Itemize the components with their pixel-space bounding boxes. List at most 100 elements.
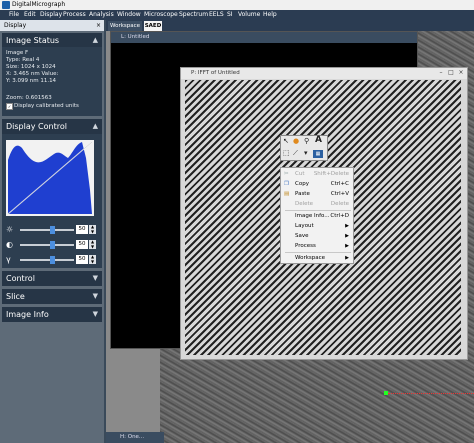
menu-item-label: Paste xyxy=(295,191,310,197)
submenu-arrow-icon: ▶ xyxy=(345,233,349,239)
display-panel-tab[interactable]: Display × xyxy=(0,20,104,31)
menu-item-label: Process xyxy=(295,243,316,249)
gamma-knob[interactable] xyxy=(50,256,55,264)
gamma-spinner[interactable]: ▲ ▼ xyxy=(89,254,96,264)
menu-analysis[interactable]: Analysis xyxy=(89,10,114,20)
chevron-down-icon[interactable]: ▼ xyxy=(93,289,98,304)
menu-edit[interactable]: Edit xyxy=(24,10,36,20)
contrast-value[interactable]: 50 xyxy=(76,240,88,249)
calibrated-units-checkbox[interactable]: ✓ xyxy=(6,103,13,110)
image-info-title: Image Info xyxy=(6,310,49,319)
image-status-body: Image F Type: Real 4 Size: 1024 x 1024 X… xyxy=(2,47,102,116)
menu-item-layout[interactable]: Layout ▶ xyxy=(282,221,352,231)
menu-item-image-info[interactable]: Image Info... Ctrl+D xyxy=(282,211,352,221)
submenu-arrow-icon: ▶ xyxy=(345,255,349,261)
brightness-value[interactable]: 50 xyxy=(76,225,88,234)
submenu-arrow-icon: ▶ xyxy=(345,243,349,249)
app-icon xyxy=(2,1,10,9)
h-window-tab[interactable]: H: One... xyxy=(106,432,164,443)
chevron-up-icon[interactable]: ▲ xyxy=(93,119,98,134)
tab-saed[interactable]: SAED xyxy=(144,21,162,31)
menu-window[interactable]: Window xyxy=(117,10,141,20)
control-title: Control xyxy=(6,274,35,283)
chevron-up-icon[interactable]: ▲ xyxy=(93,33,98,48)
image-info-header[interactable]: Image Info ▼ xyxy=(2,307,102,322)
menu-spectrum[interactable]: Spectrum xyxy=(179,10,208,20)
colormap-icon[interactable]: ▦ xyxy=(313,150,323,158)
menu-item-shortcut: Ctrl+D xyxy=(330,213,349,219)
l-window-title[interactable]: L: Untitled xyxy=(111,32,417,43)
tool-palette: ↖ ● ⚲ A ⬚ ⟋ ▾ ▦ xyxy=(280,135,328,161)
line-tool-icon[interactable]: ⟋ xyxy=(293,149,298,158)
menu-process[interactable]: Process xyxy=(63,10,86,20)
display-control-header[interactable]: Display Control ▲ xyxy=(2,119,102,134)
copy-icon: ❐ xyxy=(284,181,289,187)
gamma-value[interactable]: 50 xyxy=(76,255,88,264)
dropdown-icon[interactable]: ▾ xyxy=(304,149,308,158)
menu-eels[interactable]: EELS xyxy=(209,10,224,20)
menu-item-paste[interactable]: ▤ Paste Ctrl+V xyxy=(282,189,352,199)
tab-workspace-1[interactable]: Workspace 1 xyxy=(108,21,142,39)
menu-item-label: Delete xyxy=(295,201,314,207)
status-line: Size: 1024 x 1024 xyxy=(6,64,56,70)
calibrated-units-label: Display calibrated units xyxy=(14,103,79,109)
menu-volume[interactable]: Volume xyxy=(238,10,260,20)
context-menu: ✂ Cut Shift+Delete ❐ Copy Ctrl+C ▤ Paste… xyxy=(280,167,354,264)
gamma-slider-row: γ 50 ▲ ▼ xyxy=(6,254,98,265)
paste-icon: ▤ xyxy=(284,191,290,197)
status-line: Y: 3.099 nm 11.14 xyxy=(6,78,57,84)
minimize-icon[interactable]: – xyxy=(437,69,445,77)
menu-item-process[interactable]: Process ▶ xyxy=(282,241,352,251)
submenu-arrow-icon: ▶ xyxy=(345,223,349,229)
text-tool-icon[interactable]: A xyxy=(315,136,322,145)
contrast-track[interactable] xyxy=(20,244,74,246)
rect-tool-icon[interactable]: ⬚ xyxy=(283,149,290,158)
close-icon[interactable]: × xyxy=(457,69,465,77)
menu-item-copy[interactable]: ❐ Copy Ctrl+C xyxy=(282,179,352,189)
gamma-icon: γ xyxy=(6,255,11,264)
menu-item-shortcut: Ctrl+C xyxy=(330,181,349,187)
image-status-header[interactable]: Image Status ▲ xyxy=(2,33,102,48)
menu-item-shortcut: Ctrl+V xyxy=(330,191,349,197)
contrast-icon: ◐ xyxy=(6,240,13,249)
contrast-slider-row: ◐ 50 ▲ ▼ xyxy=(6,239,98,250)
chevron-down-icon[interactable]: ▼ xyxy=(93,307,98,322)
roi-tool-icon[interactable]: ● xyxy=(293,137,299,146)
histogram[interactable] xyxy=(6,140,94,216)
menu-item-cut[interactable]: ✂ Cut Shift+Delete xyxy=(282,169,352,179)
menu-item-save[interactable]: Save ▶ xyxy=(282,231,352,241)
gamma-track[interactable] xyxy=(20,259,74,261)
slice-header[interactable]: Slice ▼ xyxy=(2,289,102,304)
status-line: Zoom: 0.601563 xyxy=(6,95,52,101)
slice-title: Slice xyxy=(6,292,25,301)
contrast-spinner[interactable]: ▲ ▼ xyxy=(89,239,96,249)
menu-file[interactable]: File xyxy=(9,10,19,20)
display-tab-label: Display xyxy=(4,22,27,29)
menu-item-workspace[interactable]: Workspace ▶ xyxy=(282,253,352,263)
menu-microscope[interactable]: Microscope xyxy=(144,10,178,20)
menu-item-label: Layout xyxy=(295,223,314,229)
chevron-down-icon[interactable]: ▼ xyxy=(93,271,98,286)
brightness-spinner[interactable]: ▲ ▼ xyxy=(89,224,96,234)
roi-line[interactable] xyxy=(388,393,474,395)
zoom-tool-icon[interactable]: ⚲ xyxy=(304,137,309,146)
menu-item-delete[interactable]: Delete Delete xyxy=(282,199,352,209)
menu-bar: File Edit Display Process Analysis Windo… xyxy=(0,10,474,20)
contrast-knob[interactable] xyxy=(50,241,55,249)
menu-item-shortcut: Delete xyxy=(330,201,349,207)
menu-item-label: Copy xyxy=(295,181,309,187)
maximize-icon[interactable]: □ xyxy=(447,69,455,77)
menu-item-label: Save xyxy=(295,233,309,239)
status-line: Image F xyxy=(6,50,29,56)
close-icon[interactable]: × xyxy=(96,20,101,31)
menu-display[interactable]: Display xyxy=(40,10,62,20)
menu-si[interactable]: SI xyxy=(227,10,233,20)
pointer-tool-icon[interactable]: ↖ xyxy=(283,137,289,146)
app-title: DigitalMicrograph xyxy=(12,1,66,8)
ifft-window-title[interactable]: P: IFFT of Untitled xyxy=(181,68,467,79)
menu-help[interactable]: Help xyxy=(263,10,277,20)
brightness-track[interactable] xyxy=(20,229,74,231)
control-header[interactable]: Control ▼ xyxy=(2,271,102,286)
scissors-icon: ✂ xyxy=(284,171,289,177)
brightness-knob[interactable] xyxy=(50,226,55,234)
